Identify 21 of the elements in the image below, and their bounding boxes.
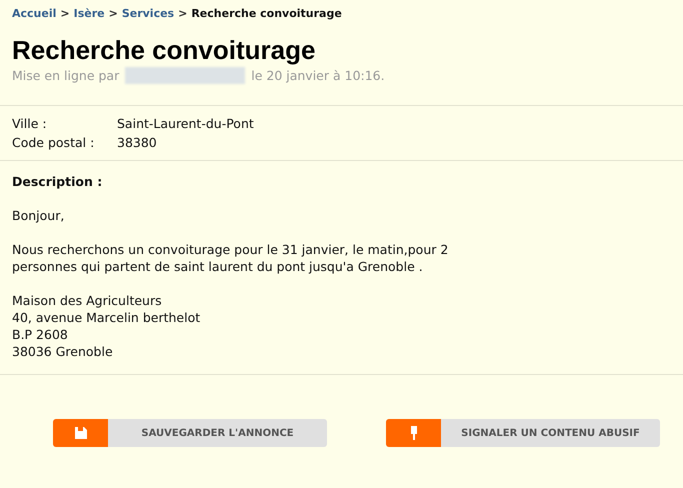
breadcrumb-separator: > — [60, 6, 70, 22]
description-paragraph: Bonjour, — [12, 207, 64, 224]
page-title: Recherche convoiturage — [11, 34, 316, 64]
breadcrumb-link[interactable]: Accueil — [12, 6, 56, 22]
description-paragraph: Nous recherchons un convoiturage pour le 31 janvier, le matin,pour 2 personnes qui partent de saint laurent du pont jusqu'a Grenoble . — [12, 241, 448, 276]
report-abuse-button[interactable]: SIGNALER UN CONTENU ABUSIF — [386, 419, 660, 448]
detail-value: Saint-Laurent-du-Pont — [117, 115, 254, 134]
detail-label: Ville : — [12, 115, 48, 134]
breadcrumb-separator: > — [178, 6, 188, 22]
detail-label: Code postal : — [12, 134, 96, 152]
detail-value: 38380 — [117, 134, 157, 152]
description-heading: Description : — [12, 173, 102, 190]
pushpin-icon — [410, 426, 418, 440]
save-ad-button[interactable]: SAUVEGARDER L'ANNONCE — [53, 419, 327, 448]
breadcrumb-link[interactable]: Services — [122, 6, 174, 22]
breadcrumb-current: Recherche convoiturage — [191, 6, 342, 22]
description-paragraph: Maison des Agriculteurs 40, avenue Marcelin berthelot B.P 2608 38036 Grenoble — [12, 292, 200, 360]
breadcrumb-link[interactable]: Isère — [74, 6, 105, 22]
posted-by-label: Mise en ligne par — [12, 66, 120, 85]
posted-date: le 20 janvier à 10:16. — [251, 66, 385, 85]
breadcrumb-separator: > — [108, 6, 118, 22]
